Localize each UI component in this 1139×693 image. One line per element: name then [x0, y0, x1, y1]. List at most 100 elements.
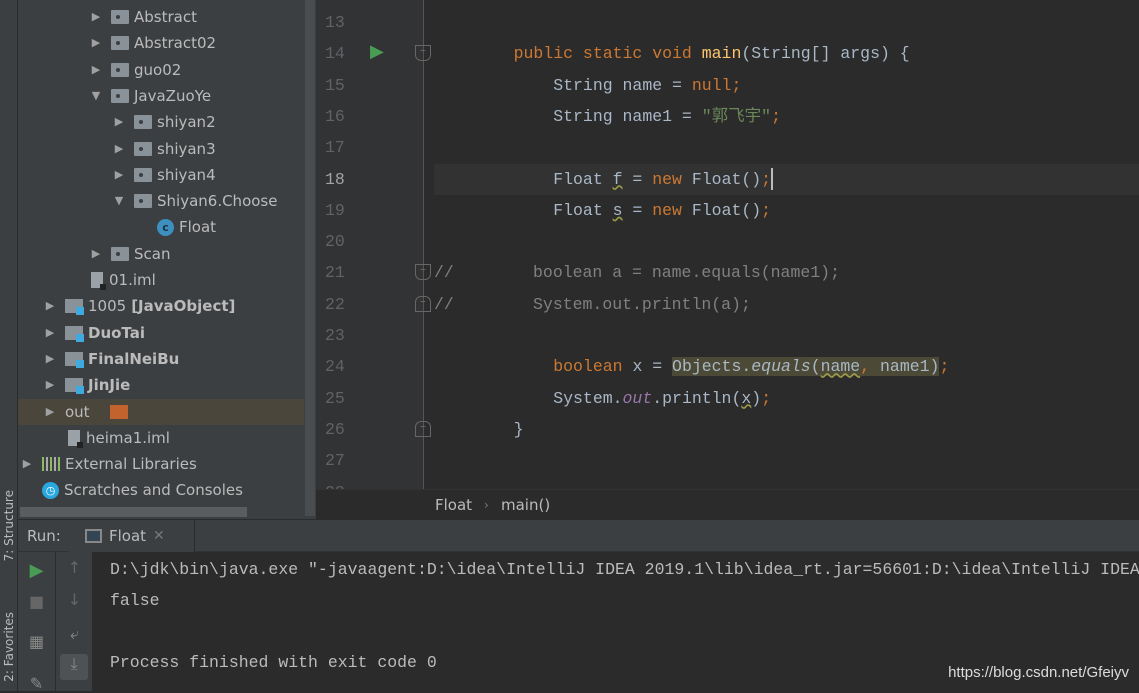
- code-line[interactable]: 17: [316, 132, 1139, 163]
- code-line[interactable]: 23: [316, 320, 1139, 351]
- tree-item[interactable]: ▶ Abstract02: [18, 30, 304, 56]
- tree-item[interactable]: ▶ DuoTai: [18, 320, 304, 346]
- breadcrumb-class[interactable]: Float: [435, 490, 472, 521]
- collapsed-arrow-icon[interactable]: ▶: [43, 293, 57, 319]
- folder-icon: [134, 194, 152, 209]
- tree-item[interactable]: ◷ Scratches and Consoles: [18, 477, 304, 503]
- folder-icon: [134, 141, 152, 156]
- tree-item-label: Abstract: [134, 8, 197, 26]
- code-line[interactable]: 22 −// System.out.println(a);: [316, 289, 1139, 320]
- collapsed-arrow-icon[interactable]: ▶: [89, 30, 103, 56]
- collapsed-arrow-icon[interactable]: ▶: [43, 320, 57, 346]
- tree-item-label: External Libraries: [65, 455, 197, 474]
- code-line[interactable]: 24 boolean x = Objects.equals(name, name…: [316, 351, 1139, 382]
- code-token: // System.out.println(a);: [434, 294, 751, 314]
- stop-icon[interactable]: ■: [18, 592, 55, 611]
- code-line[interactable]: 25 System.out.println(x);: [316, 383, 1139, 414]
- collapsed-arrow-icon[interactable]: ▶: [112, 136, 126, 162]
- code-token: new: [652, 200, 692, 220]
- tree-item[interactable]: c Float: [18, 214, 304, 240]
- tree-horizontal-scrollbar[interactable]: [20, 507, 247, 517]
- scratch-icon: ◷: [42, 481, 59, 499]
- code-line[interactable]: 19 Float s = new Float();: [316, 195, 1139, 226]
- tree-item-label: 01.iml: [109, 271, 156, 289]
- collapsed-arrow-icon[interactable]: ▶: [20, 451, 34, 477]
- fold-icon[interactable]: −: [415, 45, 431, 62]
- code-editor[interactable]: 13 14 ▶ − public static void main(String[] …: [316, 0, 1139, 489]
- code-text: Float f = new Float();: [474, 164, 774, 195]
- run-toolbar-secondary: ↑ ↓ ⤶ ⤓: [55, 552, 92, 691]
- tree-item[interactable]: ▶ shiyan4: [18, 162, 304, 188]
- tree-item[interactable]: ▶ 1005 [JavaObject]: [18, 293, 304, 319]
- code-token: ;: [771, 106, 781, 126]
- collapsed-arrow-icon[interactable]: ▶: [89, 4, 103, 30]
- code-line[interactable]: 16 String name1 = "郭飞宇";: [316, 101, 1139, 132]
- code-line[interactable]: 13: [316, 7, 1139, 38]
- code-token: f: [612, 169, 623, 189]
- expanded-arrow-icon[interactable]: ▼: [89, 83, 103, 109]
- tree-item[interactable]: ▶ shiyan2: [18, 109, 304, 135]
- tree-item-label: FinalNeiBu: [88, 349, 180, 368]
- layout-icon[interactable]: ▦: [18, 632, 55, 651]
- up-arrow-icon[interactable]: ↑: [56, 558, 93, 577]
- library-icon: [42, 457, 60, 472]
- run-gutter-icon[interactable]: ▶: [370, 38, 384, 69]
- down-arrow-icon[interactable]: ↓: [56, 590, 93, 609]
- line-number: 22: [325, 294, 345, 314]
- run-tab-float[interactable]: Float ✕: [69, 520, 195, 552]
- unfold-icon[interactable]: −: [415, 420, 431, 437]
- collapsed-arrow-icon[interactable]: ▶: [89, 241, 103, 267]
- line-number: 20: [325, 232, 345, 252]
- structure-tool-button[interactable]: 7: Structure: [0, 490, 18, 561]
- line-number: 17: [325, 138, 345, 158]
- collapsed-arrow-icon[interactable]: ▶: [89, 57, 103, 83]
- breadcrumb-method[interactable]: main(): [501, 490, 550, 521]
- code-line[interactable]: 26 − }: [316, 414, 1139, 445]
- tree-item[interactable]: ▶ JinJie: [18, 372, 304, 398]
- rerun-icon[interactable]: ▶: [18, 560, 55, 581]
- code-token: Float(): [691, 169, 762, 189]
- tree-item[interactable]: ▼ JavaZuoYe: [18, 83, 304, 109]
- collapsed-arrow-icon[interactable]: ▶: [43, 346, 57, 372]
- expanded-arrow-icon[interactable]: ▼: [112, 188, 126, 214]
- tree-item[interactable]: ▶ External Libraries: [18, 451, 304, 477]
- class-icon: c: [157, 218, 174, 236]
- line-number: 19: [325, 200, 345, 220]
- tree-item[interactable]: 01.iml: [18, 267, 304, 293]
- tree-item[interactable]: ▶ guo02: [18, 57, 304, 83]
- favorites-tool-button[interactable]: 2: Favorites: [0, 612, 18, 682]
- collapsed-arrow-icon[interactable]: ▶: [112, 109, 126, 135]
- code-line[interactable]: 18 Float f = new Float();: [325, 163, 1139, 195]
- scroll-to-end-icon[interactable]: ⤓: [60, 654, 88, 680]
- code-line[interactable]: 15 String name = null;: [316, 70, 1139, 101]
- line-number: 18: [325, 169, 345, 189]
- code-line[interactable]: 21 −// boolean a = name.equals(name1);: [316, 257, 1139, 288]
- code-token: String name1 =: [474, 106, 702, 126]
- tree-item[interactable]: heima1.iml: [18, 425, 304, 451]
- fold-icon[interactable]: −: [415, 264, 431, 281]
- line-number: 25: [325, 388, 345, 408]
- soft-wrap-icon[interactable]: ⤶: [56, 624, 93, 644]
- code-line[interactable]: 27: [316, 445, 1139, 476]
- tree-item[interactable]: ▶ out: [18, 398, 304, 425]
- line-number: 27: [325, 451, 345, 471]
- collapsed-arrow-icon[interactable]: ▶: [43, 399, 57, 425]
- code-line[interactable]: 20: [316, 226, 1139, 257]
- tree-item[interactable]: ▶ Abstract: [18, 4, 304, 30]
- collapsed-arrow-icon[interactable]: ▶: [43, 372, 57, 398]
- unfold-icon[interactable]: −: [415, 295, 431, 312]
- collapsed-arrow-icon[interactable]: ▶: [112, 162, 126, 188]
- tree-item[interactable]: ▶ shiyan3: [18, 136, 304, 162]
- code-line[interactable]: 28: [316, 477, 1139, 490]
- tree-item[interactable]: ▼ Shiyan6.Choose: [18, 188, 304, 214]
- run-toolbar-primary: ▶ ■ ▦ ✎: [18, 552, 55, 693]
- code-token: .println(: [652, 388, 742, 408]
- close-icon[interactable]: ✕: [153, 520, 165, 552]
- module-icon: [65, 351, 84, 368]
- tree-item[interactable]: ▶ Scan: [18, 241, 304, 267]
- tree-item[interactable]: ▶ FinalNeiBu: [18, 346, 304, 372]
- code-line[interactable]: 14 ▶ − public static void main(String[] ar…: [316, 38, 1139, 69]
- tree-item-label: shiyan3: [157, 139, 216, 158]
- tree-vertical-scrollbar[interactable]: [305, 0, 315, 516]
- pin-icon[interactable]: ✎: [18, 674, 55, 693]
